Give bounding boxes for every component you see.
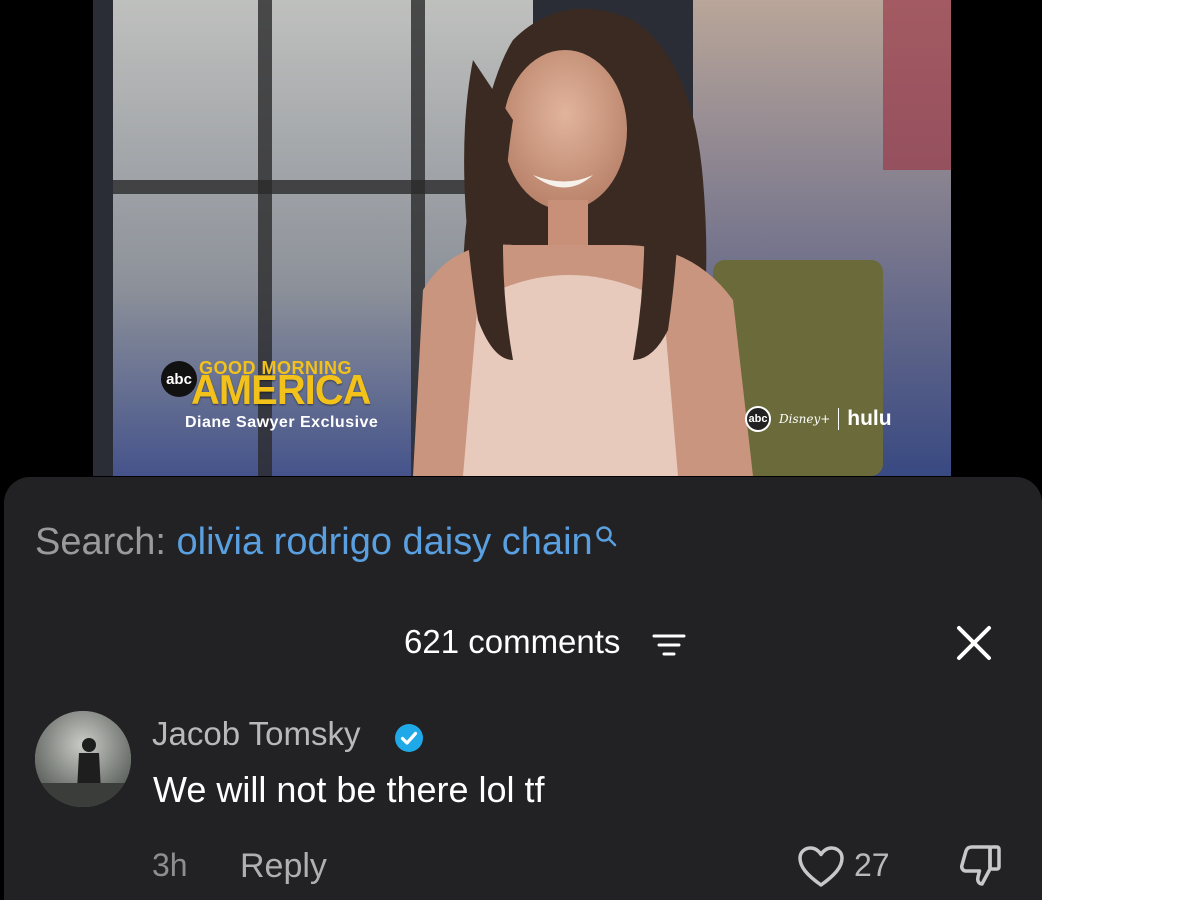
phone-screen: abc GOOD MORNING AMERICA Diane Sawyer Ex… (0, 0, 1042, 900)
search-icon[interactable] (595, 525, 617, 547)
avatar[interactable] (35, 711, 131, 807)
close-icon[interactable] (954, 623, 994, 663)
hulu-logo: hulu (847, 407, 892, 430)
search-suggestion[interactable]: Search: olivia rodrigo daisy chain (35, 521, 617, 564)
heart-icon[interactable] (797, 845, 845, 889)
avatar-image (35, 711, 131, 807)
verified-badge-icon (395, 724, 423, 752)
comment-text: We will not be there lol tf (153, 769, 545, 810)
gma-subtitle: Diane Sawyer Exclusive (185, 414, 379, 431)
search-prefix: Search: (35, 521, 177, 563)
comment-timestamp: 3h (152, 847, 188, 883)
broadcast-brands: abc Disney+ hulu (745, 406, 892, 432)
comment-author[interactable]: Jacob Tomsky (152, 715, 360, 753)
comments-count: 621 comments (404, 623, 621, 660)
disney-plus-logo: Disney+ (779, 412, 831, 426)
brand-divider (838, 408, 840, 430)
abc-logo: abc (745, 406, 771, 432)
comments-sheet: Search: olivia rodrigo daisy chain 621 c… (4, 477, 1042, 900)
gma-title-main: AMERICA (191, 366, 371, 413)
reply-button[interactable]: Reply (240, 847, 327, 886)
dislike-icon[interactable] (956, 843, 1004, 889)
sort-filter-icon[interactable] (652, 633, 686, 659)
search-query-link[interactable]: olivia rodrigo daisy chain (177, 521, 593, 563)
video-player[interactable]: abc GOOD MORNING AMERICA Diane Sawyer Ex… (93, 0, 951, 476)
like-count: 27 (854, 847, 890, 883)
